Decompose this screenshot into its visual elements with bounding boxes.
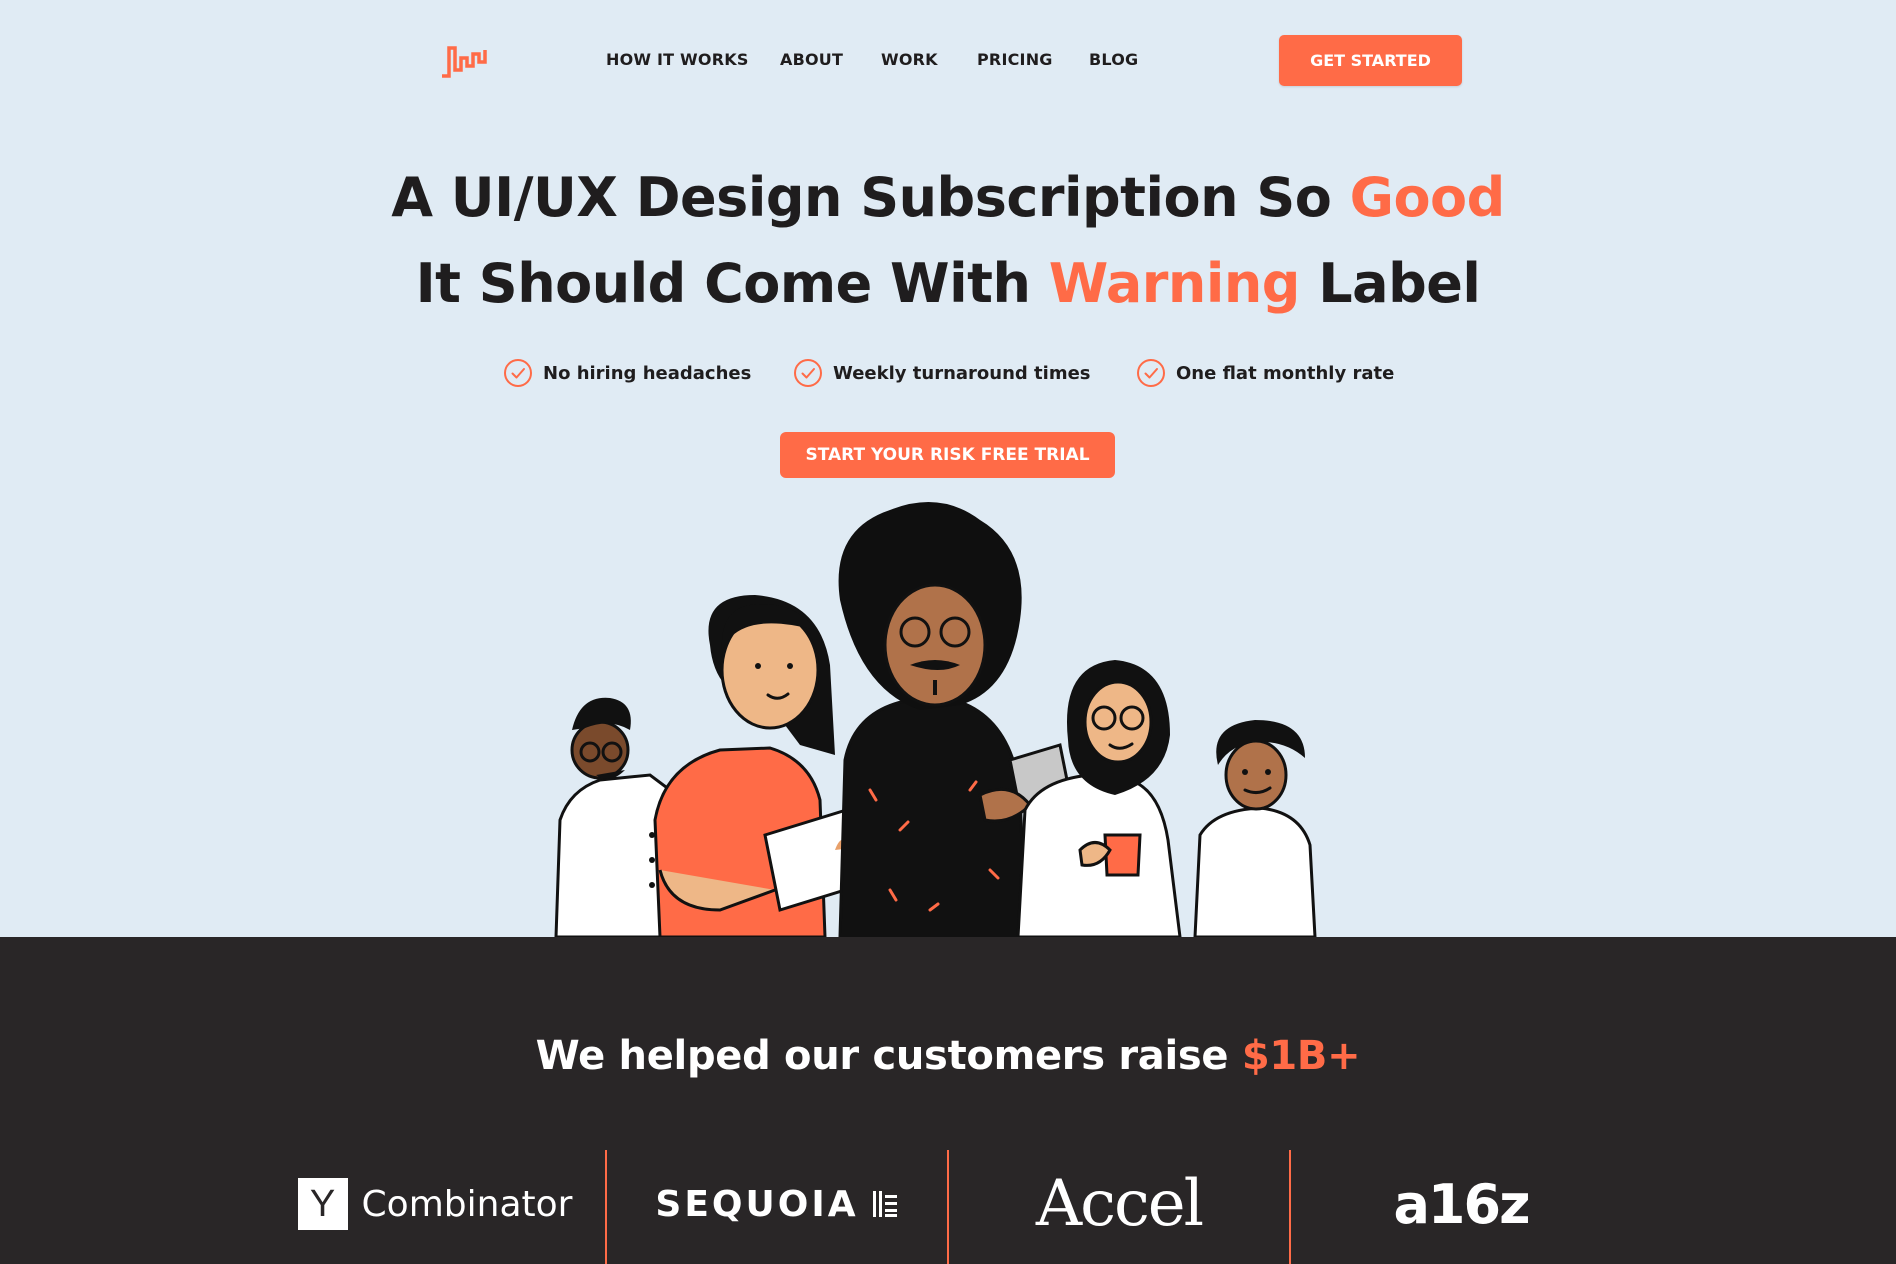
top-nav: HOW IT WORKS ABOUT WORK PRICING BLOG GET… [0, 0, 1896, 120]
yc-box: Y [297, 1178, 348, 1230]
nav-how-it-works[interactable]: HOW IT WORKS [606, 50, 749, 69]
headline-accent-good: Good [1349, 166, 1506, 229]
sequoia-leaf-icon [872, 1191, 897, 1217]
sequoia-wordmark: SEQUOIA [655, 1183, 859, 1225]
benefit-label: One flat monthly rate [1176, 362, 1395, 384]
benefit-label: No hiring headaches [543, 362, 752, 384]
nav-pricing[interactable]: PRICING [977, 50, 1053, 69]
check-circle-icon [1137, 359, 1165, 387]
nav-blog[interactable]: BLOG [1089, 50, 1138, 69]
heading-text: We helped our customers raise [535, 1033, 1242, 1079]
headline-line2: It Should Come With Warning Label [416, 252, 1481, 315]
person-kid-hat [1193, 720, 1317, 937]
a16z-logo: a16z [1291, 1172, 1631, 1236]
y-combinator-logo: Y Combinator [265, 1174, 605, 1234]
headline-text: It Should Come With [415, 252, 1049, 315]
investors-heading: We helped our customers raise $1B+ [0, 1033, 1896, 1079]
nav-work[interactable]: WORK [881, 50, 938, 69]
bar-pulse-logo-icon[interactable] [439, 40, 489, 82]
get-started-button[interactable]: GET STARTED [1279, 35, 1462, 86]
heading-accent-amount: $1B+ [1241, 1033, 1361, 1079]
benefit-list: No hiring headaches Weekly turnaround ti… [0, 358, 1896, 392]
sequoia-logo: SEQUOIA [607, 1174, 947, 1234]
yc-wordmark: Combinator [361, 1183, 573, 1225]
nav-about[interactable]: ABOUT [780, 50, 843, 69]
headline-line1: A UI/UX Design Subscription So Good [391, 166, 1505, 229]
benefit-item: No hiring headaches [503, 358, 751, 388]
benefit-item: One flat monthly rate [1136, 358, 1394, 388]
headline-text: Label [1299, 252, 1481, 315]
check-circle-icon [504, 359, 532, 387]
a16z-wordmark: a16z [1393, 1172, 1530, 1236]
person-hijab-mug [1016, 660, 1182, 937]
investor-logos: Y Combinator SEQUOIA Accel a16z [265, 1150, 1631, 1264]
team-illustration [554, 502, 1317, 937]
accel-wordmark: Accel [1035, 1167, 1204, 1241]
check-circle-icon [794, 359, 822, 387]
investors-section: We helped our customers raise $1B+ Y Com… [0, 937, 1896, 1264]
headline-accent-warning: Warning [1048, 252, 1301, 315]
hero-section: HOW IT WORKS ABOUT WORK PRICING BLOG GET… [0, 0, 1896, 937]
accel-logo: Accel [949, 1167, 1289, 1241]
start-trial-button[interactable]: START YOUR RISK FREE TRIAL [780, 432, 1115, 478]
hero-headline: A UI/UX Design Subscription So Good It S… [0, 155, 1896, 327]
benefit-item: Weekly turnaround times [793, 358, 1091, 388]
benefit-label: Weekly turnaround times [833, 362, 1091, 384]
headline-text: A UI/UX Design Subscription So [391, 166, 1350, 229]
